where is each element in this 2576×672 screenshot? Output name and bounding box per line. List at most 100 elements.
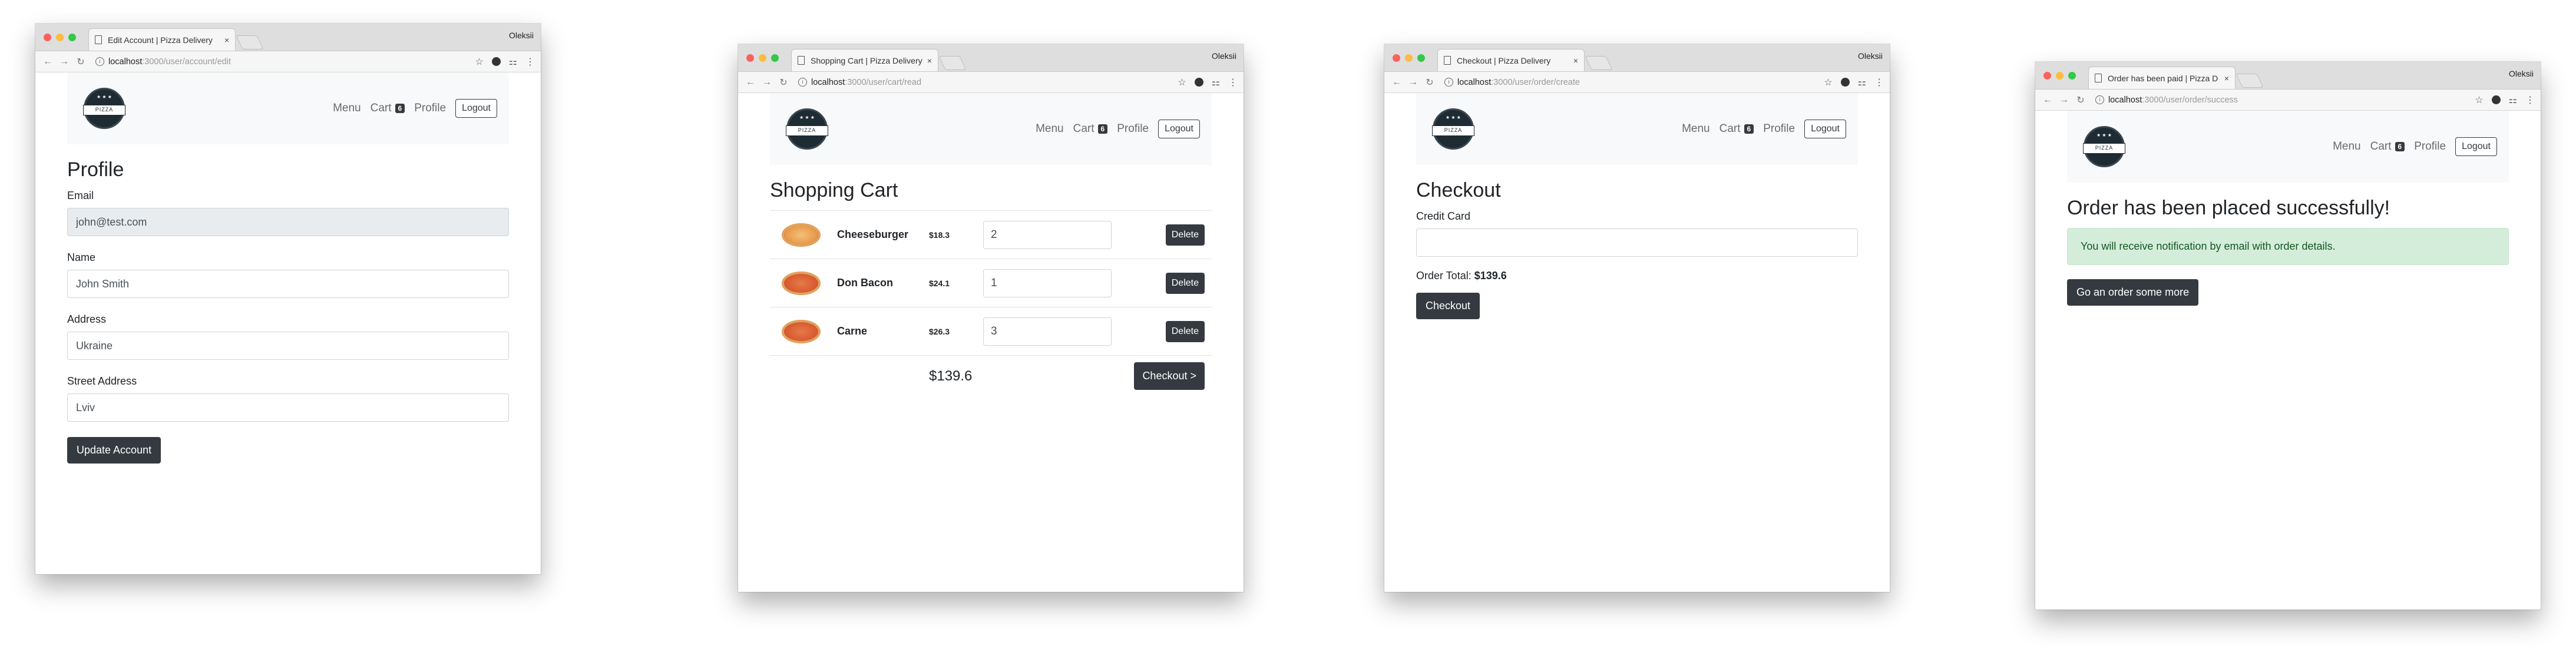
forward-icon[interactable]: →	[58, 57, 71, 67]
reload-icon[interactable]: ↻	[1423, 77, 1436, 88]
more-menu-icon[interactable]: ⋮	[1874, 77, 1884, 88]
nav-profile-link[interactable]: Profile	[414, 102, 446, 115]
order-more-button[interactable]: Go an order some more	[2067, 279, 2199, 306]
reload-icon[interactable]: ↻	[777, 77, 790, 88]
back-icon[interactable]: ←	[41, 57, 54, 67]
browser-tab[interactable]: Shopping Cart | Pizza Delivery ×	[791, 49, 938, 71]
nav-cart-link[interactable]: Cart 6	[1073, 123, 1108, 135]
back-icon[interactable]: ←	[2041, 95, 2054, 105]
close-tab-icon[interactable]: ×	[927, 56, 932, 65]
quantity-input[interactable]: 3	[983, 317, 1112, 346]
new-tab-button[interactable]	[236, 35, 264, 49]
minimize-window-button[interactable]	[56, 34, 64, 41]
close-window-button[interactable]	[746, 54, 754, 62]
nav-cart-link[interactable]: Cart 6	[1719, 123, 1754, 135]
nav-menu-link[interactable]: Menu	[2333, 140, 2361, 153]
translate-icon[interactable]: ⚏	[1212, 77, 1220, 88]
maximize-window-button[interactable]	[2068, 72, 2076, 80]
bookmark-star-icon[interactable]: ☆	[475, 56, 483, 68]
browser-profile-name[interactable]: Oleksii	[2509, 69, 2534, 78]
more-menu-icon[interactable]: ⋮	[525, 56, 535, 68]
address-bar[interactable]: i localhost :3000/user/order/success	[2091, 92, 2470, 108]
nav-profile-link[interactable]: Profile	[1763, 123, 1795, 135]
maximize-window-button[interactable]	[1417, 54, 1425, 62]
delete-button[interactable]: Delete	[1165, 320, 1205, 342]
close-tab-icon[interactable]: ×	[2224, 74, 2229, 83]
close-window-button[interactable]	[44, 34, 51, 41]
close-window-button[interactable]	[1393, 54, 1400, 62]
update-account-button[interactable]: Update Account	[67, 437, 161, 464]
pizza-logo[interactable]: ★ ★ ★ PIZZA	[786, 108, 828, 150]
browser-profile-name[interactable]: Oleksii	[1212, 51, 1236, 61]
nav-menu-link[interactable]: Menu	[1682, 123, 1710, 135]
reload-icon[interactable]: ↻	[2074, 94, 2087, 106]
more-menu-icon[interactable]: ⋮	[2525, 94, 2535, 106]
extension-icon[interactable]	[1194, 78, 1203, 87]
checkout-button[interactable]: Checkout >	[1134, 362, 1205, 390]
logout-button[interactable]: Logout	[1158, 120, 1200, 138]
browser-tab[interactable]: Checkout | Pizza Delivery ×	[1437, 49, 1585, 71]
info-icon[interactable]: i	[1444, 78, 1453, 87]
forward-icon[interactable]: →	[1407, 77, 1420, 88]
nav-profile-link[interactable]: Profile	[1117, 123, 1149, 135]
address-bar[interactable]: i localhost :3000/user/cart/read	[793, 75, 1173, 90]
minimize-window-button[interactable]	[1405, 54, 1413, 62]
bookmark-star-icon[interactable]: ☆	[1824, 77, 1832, 88]
minimize-window-button[interactable]	[759, 54, 766, 62]
delete-button[interactable]: Delete	[1165, 224, 1205, 246]
maximize-window-button[interactable]	[68, 34, 76, 41]
bookmark-star-icon[interactable]: ☆	[2475, 94, 2483, 106]
browser-tab[interactable]: Edit Account | Pizza Delivery ×	[88, 28, 236, 51]
logout-button[interactable]: Logout	[1804, 120, 1846, 138]
checkout-submit-button[interactable]: Checkout	[1416, 293, 1480, 319]
logout-button[interactable]: Logout	[2455, 137, 2497, 156]
address-bar[interactable]: i localhost :3000/user/order/create	[1440, 75, 1819, 90]
new-tab-button[interactable]	[1585, 56, 1613, 70]
translate-icon[interactable]: ⚏	[2509, 94, 2517, 106]
new-tab-button[interactable]	[2236, 74, 2264, 88]
more-menu-icon[interactable]: ⋮	[1228, 77, 1238, 88]
maximize-window-button[interactable]	[771, 54, 779, 62]
nav-profile-link[interactable]: Profile	[2414, 140, 2446, 153]
browser-tab[interactable]: Order has been paid | Pizza D ×	[2088, 67, 2236, 89]
address-field[interactable]: Ukraine	[67, 332, 509, 360]
info-icon[interactable]: i	[798, 78, 807, 87]
close-tab-icon[interactable]: ×	[224, 35, 229, 45]
forward-icon[interactable]: →	[2058, 95, 2071, 105]
pizza-logo[interactable]: ★ ★ ★ PIZZA	[83, 88, 125, 129]
nav-cart-link[interactable]: Cart 6	[2370, 140, 2405, 153]
close-tab-icon[interactable]: ×	[1573, 56, 1578, 65]
back-icon[interactable]: ←	[744, 77, 757, 88]
new-tab-button[interactable]	[938, 56, 967, 70]
pizza-logo[interactable]: ★ ★ ★ PIZZA	[1432, 108, 1474, 150]
extension-icon[interactable]	[1840, 78, 1850, 87]
translate-icon[interactable]: ⚏	[1858, 77, 1866, 88]
bookmark-star-icon[interactable]: ☆	[1178, 77, 1186, 88]
minimize-window-button[interactable]	[2056, 72, 2064, 80]
order-total: Order Total: $139.6	[1416, 270, 1858, 282]
reload-icon[interactable]: ↻	[74, 56, 87, 68]
logout-button[interactable]: Logout	[455, 99, 497, 118]
extension-icon[interactable]	[2491, 95, 2501, 104]
pizza-logo[interactable]: ★ ★ ★ PIZZA	[2083, 126, 2125, 167]
name-field[interactable]: John Smith	[67, 270, 509, 298]
address-bar[interactable]: i localhost :3000/user/account/edit	[91, 54, 470, 69]
quantity-input[interactable]: 2	[983, 220, 1112, 249]
close-window-button[interactable]	[2043, 72, 2051, 80]
street-address-field[interactable]: Lviv	[67, 393, 509, 422]
title-bar: Shopping Cart | Pizza Delivery × Oleksii	[738, 44, 1244, 72]
back-icon[interactable]: ←	[1390, 77, 1403, 88]
quantity-input[interactable]: 1	[983, 269, 1112, 297]
translate-icon[interactable]: ⚏	[509, 56, 517, 68]
extension-icon[interactable]	[491, 57, 501, 66]
browser-profile-name[interactable]: Oleksii	[1858, 51, 1883, 61]
info-icon[interactable]: i	[95, 57, 104, 66]
nav-cart-link[interactable]: Cart 6	[371, 102, 405, 115]
nav-menu-link[interactable]: Menu	[333, 102, 361, 115]
browser-profile-name[interactable]: Oleksii	[509, 31, 534, 40]
nav-menu-link[interactable]: Menu	[1036, 123, 1064, 135]
delete-button[interactable]: Delete	[1165, 272, 1205, 294]
forward-icon[interactable]: →	[760, 77, 773, 88]
info-icon[interactable]: i	[2095, 95, 2104, 104]
credit-card-field[interactable]	[1416, 229, 1858, 257]
